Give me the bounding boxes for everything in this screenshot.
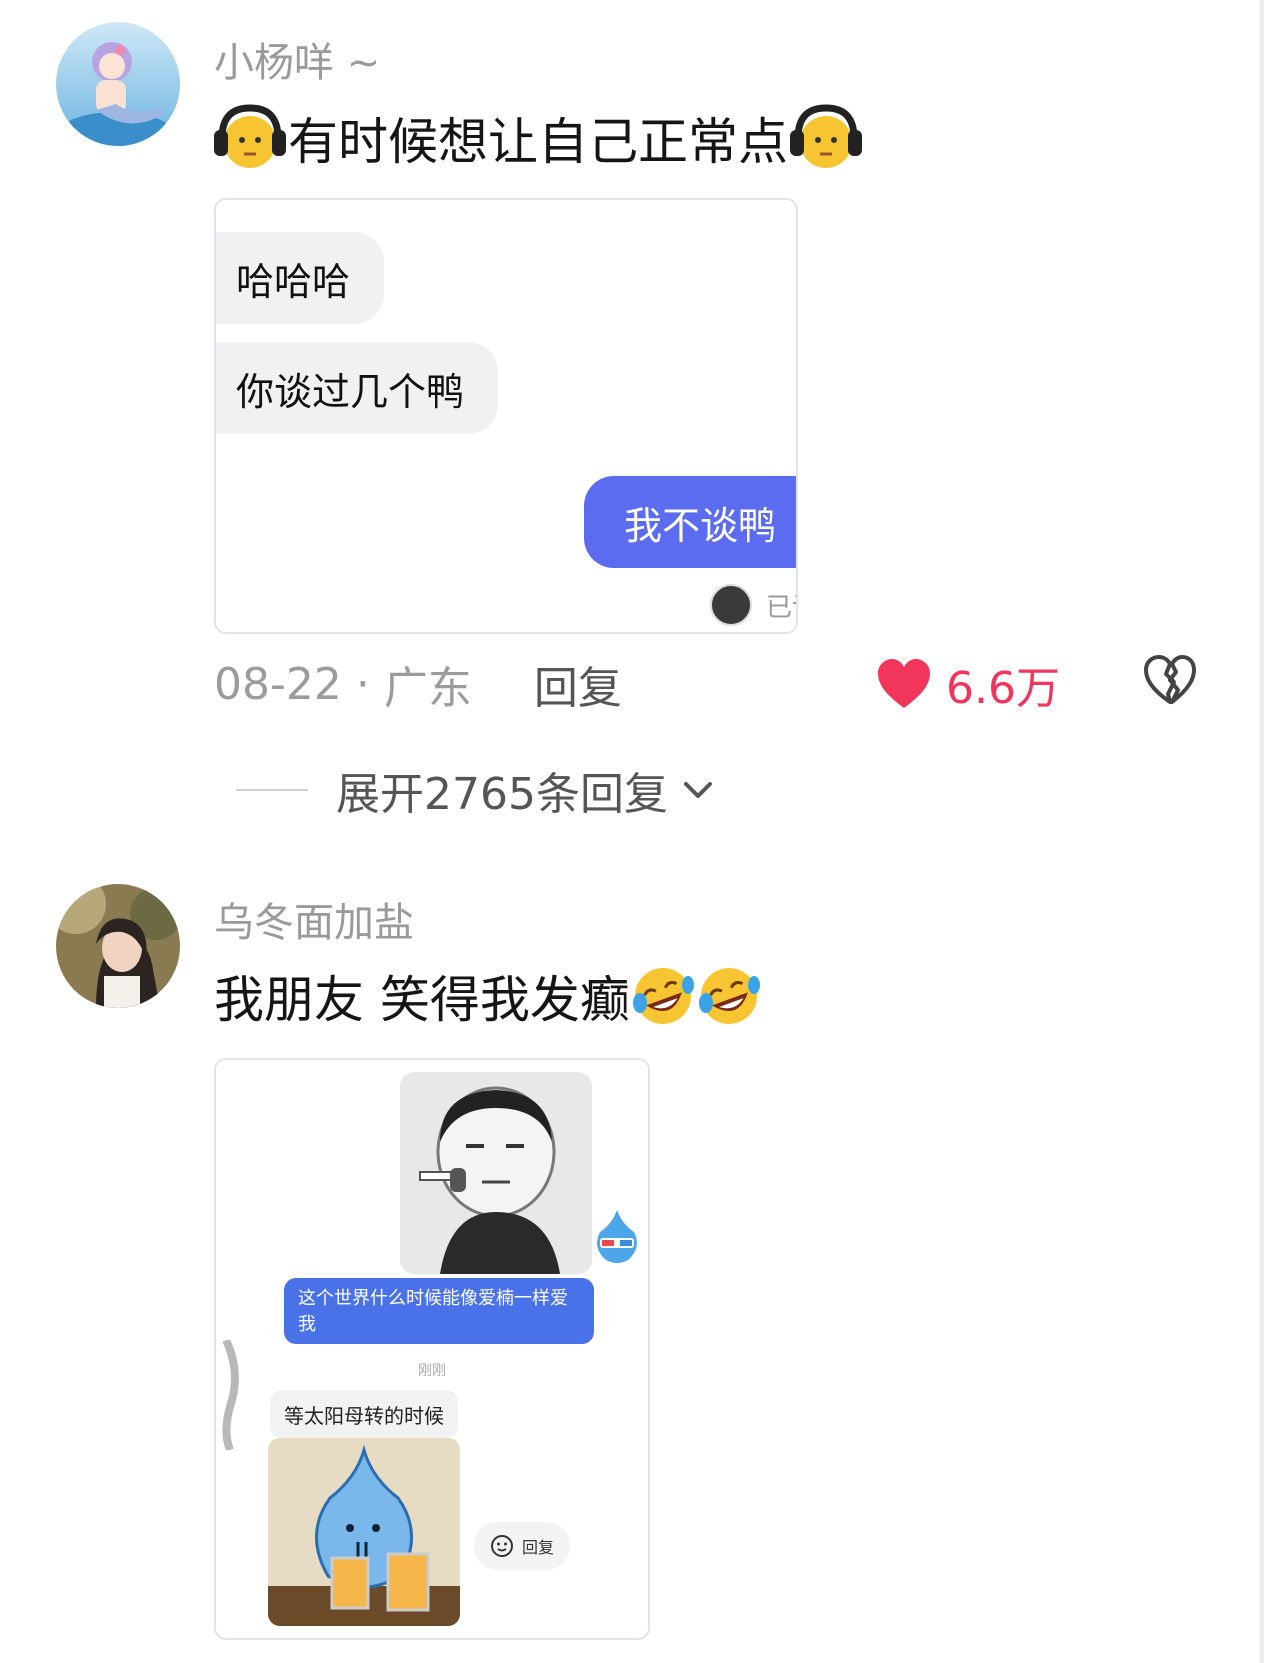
reply-button[interactable]: 回复	[474, 1522, 571, 1570]
headphone-face-icon	[788, 100, 864, 176]
smiley-icon	[491, 1535, 513, 1557]
read-receipt: 已读	[710, 584, 796, 626]
comment-date: 08-22	[214, 658, 342, 710]
avatar-image	[56, 22, 180, 146]
blue-mascot-sticker	[268, 1438, 460, 1626]
comment-text-content: 我朋友 笑得我发癫	[214, 971, 630, 1029]
received-message: 等太阳母转的时候	[270, 1390, 458, 1438]
blurred-avatar	[216, 1338, 246, 1452]
page-right-edge	[1260, 0, 1264, 1663]
like-button[interactable]: 6.6万	[876, 652, 1060, 716]
rofl-face-icon	[696, 963, 762, 1029]
comment-text: 有时候想让自己正常点	[212, 100, 864, 176]
incoming-message: 哈哈哈	[216, 232, 385, 324]
expand-replies-label: 展开2765条回复	[336, 769, 668, 820]
avatar[interactable]	[56, 22, 180, 146]
like-count: 6.6万	[946, 663, 1060, 714]
avatar-image	[56, 884, 180, 1008]
broken-heart-icon	[1144, 655, 1196, 704]
outgoing-message: 我不谈鸭	[583, 476, 796, 568]
reply-button[interactable]: 回复	[534, 652, 622, 716]
read-avatar	[710, 584, 752, 626]
chat-screenshot-image[interactable]: 哈哈哈 你谈过几个鸭 我不谈鸭 已读	[214, 198, 798, 634]
read-status: 已读	[766, 592, 796, 623]
comment-username[interactable]: 乌冬面加盐	[214, 890, 414, 948]
chat-screenshot-image[interactable]: 这个世界什么时候能像爱楠一样爱我 刚刚 等太阳母转的时候 回复	[214, 1058, 650, 1640]
sent-message: 这个世界什么时候能像爱楠一样爱我	[284, 1278, 594, 1344]
reply-label: 回复	[522, 1538, 555, 1557]
expand-replies-button[interactable]: 展开2765条回复	[236, 758, 718, 822]
rofl-face-icon	[630, 963, 696, 1029]
chevron-down-icon	[683, 782, 712, 798]
avatar[interactable]	[56, 884, 180, 1008]
divider-line	[236, 789, 308, 791]
comment-location: 广东	[383, 663, 472, 714]
headphone-face-icon	[212, 100, 288, 176]
meta-separator: ·	[355, 658, 370, 710]
heart-filled-icon	[878, 659, 930, 708]
comment-text: 我朋友 笑得我发癫	[214, 960, 762, 1032]
message-time: 刚刚	[418, 1363, 446, 1379]
dislike-button[interactable]	[1142, 654, 1198, 710]
mascot-icon	[592, 1208, 642, 1268]
comment-text-content: 有时候想让自己正常点	[288, 113, 788, 171]
incoming-message: 你谈过几个鸭	[216, 342, 499, 434]
comment-meta: 08-22 · 广东 回复	[214, 652, 622, 716]
meme-face-image	[400, 1072, 592, 1274]
comment-username[interactable]: 小杨咩 ~	[214, 30, 380, 88]
